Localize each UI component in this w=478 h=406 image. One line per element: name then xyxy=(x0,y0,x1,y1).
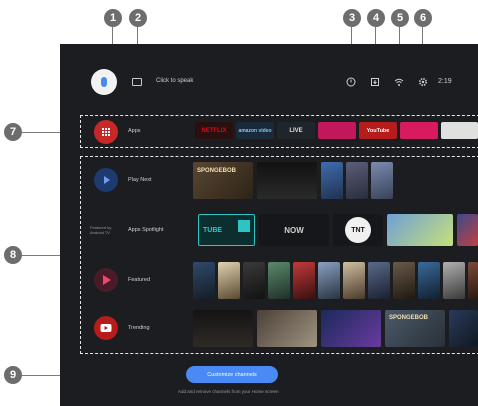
trending-thumb-4-title: SPONGEBOB xyxy=(389,315,429,321)
featured-label: Featured xyxy=(128,277,151,283)
apps-spotlight-label: Apps Spotlight xyxy=(128,227,164,233)
play-next-thumb-5[interactable] xyxy=(371,162,393,199)
callout-1: 1 xyxy=(104,9,122,27)
live-channels-app-tile[interactable]: LIVE xyxy=(277,122,315,139)
play-next-thumb-4[interactable] xyxy=(346,162,368,199)
featured-thumb-1[interactable] xyxy=(193,262,215,299)
tnt-logo: TNT xyxy=(345,217,371,243)
spotlight-thumb-sports[interactable] xyxy=(457,214,478,246)
google-play-store-app-tile[interactable] xyxy=(441,122,478,139)
play-next-thumb-1-title: SPONGEBOB xyxy=(197,168,237,174)
featured-thumb-2[interactable] xyxy=(218,262,240,299)
callout-3: 3 xyxy=(343,9,361,27)
callout-2: 2 xyxy=(129,9,147,27)
tv-home-screen: Click to speak 2:19 Apps NETFLIX amazon … xyxy=(60,44,478,406)
callout-7: 7 xyxy=(4,123,22,141)
speak-prompt: Click to speak xyxy=(156,78,194,84)
tnt-app-tile[interactable]: TNT xyxy=(333,214,383,246)
trending-label: Trending xyxy=(128,325,150,331)
callout-5: 5 xyxy=(391,9,409,27)
featured-thumb-12[interactable] xyxy=(468,262,478,299)
play-next-thumb-3[interactable] xyxy=(321,162,343,199)
trending-thumb-2[interactable] xyxy=(257,310,317,347)
apps-grid-icon[interactable] xyxy=(94,120,118,144)
input-source-icon[interactable] xyxy=(370,77,380,87)
google-play-movies-channel-icon[interactable] xyxy=(94,268,118,292)
play-next-thumb-2[interactable] xyxy=(257,162,317,199)
netflix-app-tile[interactable]: NETFLIX xyxy=(195,122,233,139)
trending-thumb-3[interactable] xyxy=(321,310,381,347)
microphone-icon xyxy=(101,77,107,87)
trending-thumb-4[interactable]: SPONGEBOB xyxy=(385,310,445,347)
google-play-music-app-tile[interactable] xyxy=(400,122,438,139)
featured-thumb-3[interactable] xyxy=(243,262,265,299)
featured-thumb-4[interactable] xyxy=(268,262,290,299)
clock-time: 2:19 xyxy=(438,78,452,85)
apps-row-label: Apps xyxy=(128,128,141,134)
settings-gear-icon[interactable] xyxy=(418,77,428,87)
customize-channels-button[interactable]: Customize channels xyxy=(186,366,278,383)
amazon-video-app-tile[interactable]: amazon video xyxy=(236,122,274,139)
featured-thumb-10[interactable] xyxy=(418,262,440,299)
youtube-channel-icon[interactable] xyxy=(94,316,118,340)
featured-thumb-6[interactable] xyxy=(318,262,340,299)
callout-6: 6 xyxy=(414,9,432,27)
play-next-icon[interactable] xyxy=(94,168,118,192)
wifi-icon[interactable] xyxy=(394,77,404,87)
callout-9: 9 xyxy=(4,366,22,384)
featured-thumb-11[interactable] xyxy=(443,262,465,299)
now-app-tile[interactable]: NOW xyxy=(259,214,329,246)
callout-8: 8 xyxy=(4,246,22,264)
tubi-app-tile[interactable]: TUBE xyxy=(198,214,255,246)
keyboard-icon[interactable] xyxy=(132,78,142,86)
youtube-app-tile[interactable]: YouTube xyxy=(359,122,397,139)
play-next-label: Play Next xyxy=(128,177,152,183)
featured-thumb-5[interactable] xyxy=(293,262,315,299)
spotlight-thumb-game[interactable] xyxy=(387,214,453,246)
apps-spotlight-sublabel: Featured by Android TV xyxy=(90,225,112,235)
tubi-tile-badge xyxy=(238,220,250,232)
google-play-movies-app-tile[interactable] xyxy=(318,122,356,139)
tubi-tile-label: TUBE xyxy=(203,226,223,234)
play-next-thumb-1[interactable]: SPONGEBOB xyxy=(193,162,253,199)
callout-4: 4 xyxy=(367,9,385,27)
trending-thumb-5[interactable] xyxy=(449,310,478,347)
customize-channels-hint: Add and remove channels from your Home s… xyxy=(178,389,279,394)
featured-thumb-8[interactable] xyxy=(368,262,390,299)
notifications-icon[interactable] xyxy=(346,77,356,87)
voice-search-button[interactable] xyxy=(91,69,117,95)
featured-thumb-9[interactable] xyxy=(393,262,415,299)
trending-thumb-1[interactable] xyxy=(193,310,253,347)
featured-thumb-7[interactable] xyxy=(343,262,365,299)
